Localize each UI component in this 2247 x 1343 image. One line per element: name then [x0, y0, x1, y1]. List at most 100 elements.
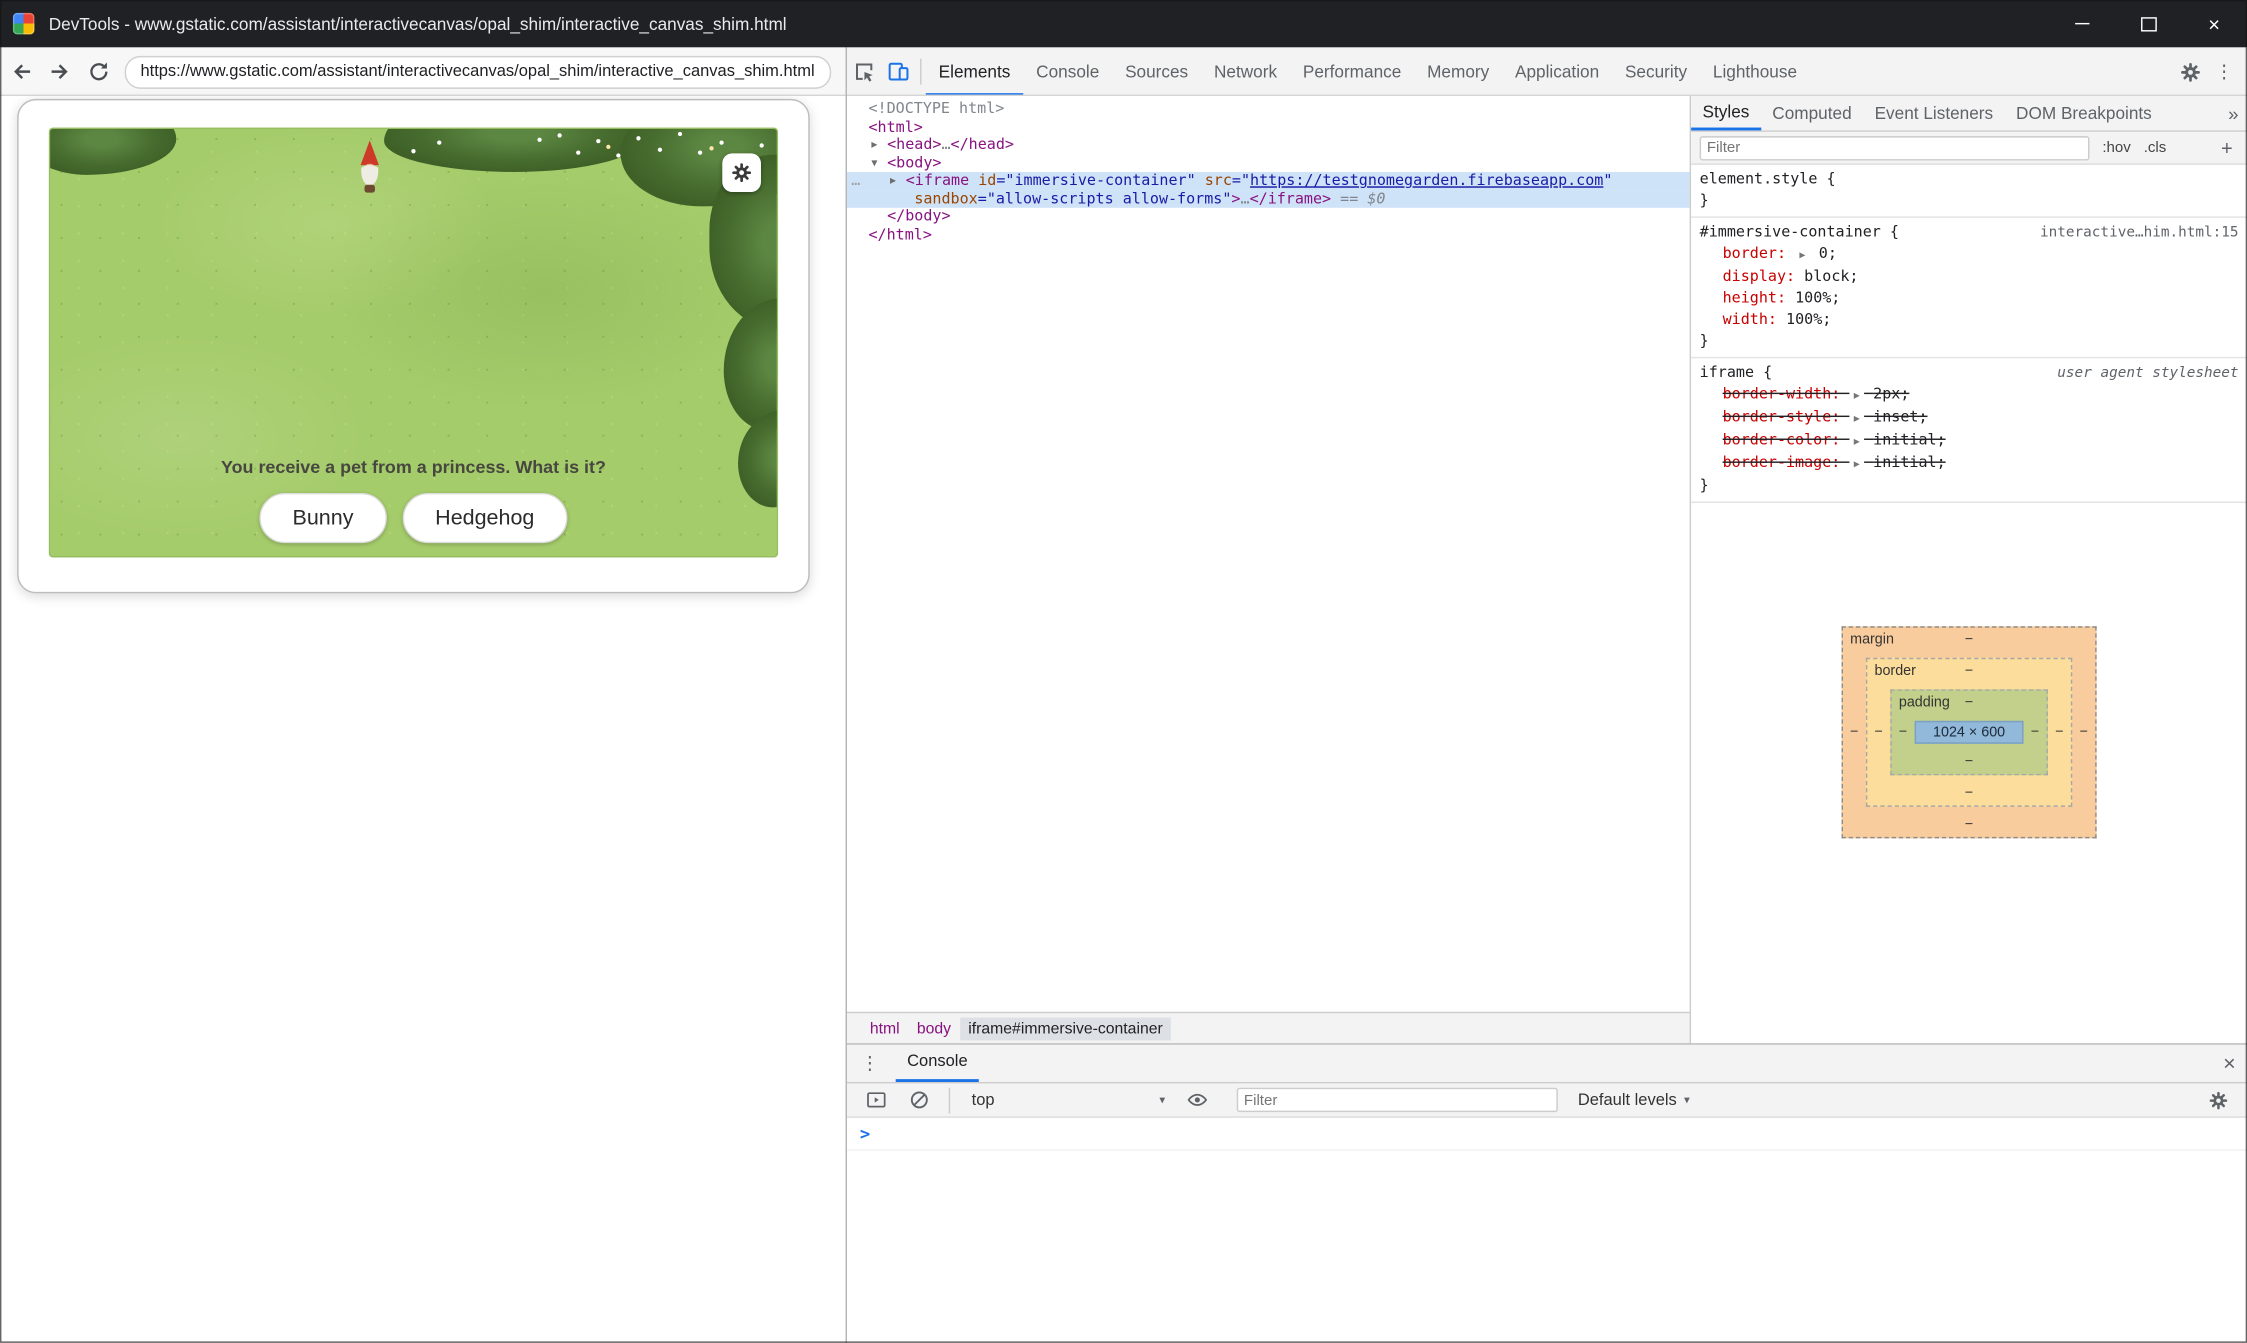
attribute-value-link[interactable]: https://testgnomegarden.firebaseapp.com: [1250, 172, 1603, 189]
disclosure-collapsed-icon[interactable]: ▶: [871, 136, 877, 154]
rule-selector[interactable]: iframe {: [1700, 364, 1772, 381]
minimize-button[interactable]: [2049, 0, 2115, 47]
tab-network[interactable]: Network: [1201, 47, 1290, 96]
drawer-close-button[interactable]: ×: [2223, 1051, 2236, 1075]
device-toolbar-button[interactable]: [881, 54, 915, 88]
dom-line[interactable]: <!DOCTYPE html>: [847, 100, 1690, 118]
padding-top-value[interactable]: −: [1965, 695, 1973, 711]
new-style-rule-icon[interactable]: +: [2221, 136, 2233, 159]
clear-console-button[interactable]: [901, 1083, 935, 1117]
dom-line[interactable]: ▼<body>: [847, 154, 1690, 172]
style-property[interactable]: border-width: ▶ 2px;: [1700, 384, 2239, 407]
expand-shorthand-icon[interactable]: ▶: [1799, 245, 1805, 266]
border-left-value[interactable]: −: [1874, 724, 1882, 740]
border-top-value[interactable]: −: [1965, 664, 1973, 680]
dom-more-ellipsis-icon[interactable]: …: [851, 172, 860, 190]
rule-selector-line: interactive…him.html:15 #immersive-contai…: [1700, 222, 2239, 243]
reload-button[interactable]: [82, 54, 116, 88]
expand-shorthand-icon[interactable]: ▶: [1854, 408, 1860, 429]
breadcrumb: htmlbodyiframe#immersive-container: [847, 1012, 1690, 1044]
padding-left-value[interactable]: −: [1899, 724, 1907, 740]
margin-right-value[interactable]: −: [2080, 724, 2088, 740]
styles-tab-dom-breakpoints[interactable]: DOM Breakpoints: [2005, 96, 2164, 130]
styles-tab-computed[interactable]: Computed: [1761, 96, 1863, 130]
tab-sources[interactable]: Sources: [1112, 47, 1201, 96]
bush-decoration: [49, 128, 177, 175]
styles-tab-styles[interactable]: Styles: [1691, 96, 1761, 130]
box-model-content[interactable]: 1024 × 600: [1915, 721, 2024, 744]
styles-tab-event-listeners[interactable]: Event Listeners: [1863, 96, 2004, 130]
console-filter-input[interactable]: [1237, 1088, 1558, 1112]
inspect-cursor-icon: [853, 60, 876, 83]
disclosure-expanded-icon[interactable]: ▼: [871, 154, 877, 172]
console-settings-button[interactable]: [2201, 1083, 2235, 1117]
inspect-element-button[interactable]: [847, 54, 881, 88]
margin-bottom-value[interactable]: −: [1965, 817, 1973, 833]
tab-performance[interactable]: Performance: [1290, 47, 1414, 96]
rule-selector[interactable]: element.style {: [1700, 171, 1836, 188]
toggle-element-classes-button[interactable]: .cls: [2144, 139, 2167, 156]
style-property[interactable]: border-style: ▶ inset;: [1700, 407, 2239, 430]
maximize-button[interactable]: [2115, 0, 2181, 47]
dom-line[interactable]: <html>: [847, 118, 1690, 136]
rule-selector[interactable]: #immersive-container {: [1700, 224, 1899, 241]
breadcrumb-item-html[interactable]: html: [861, 1017, 908, 1040]
dom-line[interactable]: ▶<head>…</head>: [847, 136, 1690, 154]
breadcrumb-item-body[interactable]: body: [908, 1017, 959, 1040]
dom-line[interactable]: </html>: [847, 226, 1690, 244]
style-property[interactable]: width: 100%;: [1700, 310, 2239, 331]
style-property[interactable]: display: block;: [1700, 267, 2239, 288]
answer-button-hedgehog[interactable]: Hedgehog: [402, 493, 567, 543]
game-settings-button[interactable]: [722, 153, 761, 192]
tab-security[interactable]: Security: [1612, 47, 1700, 96]
expand-shorthand-icon[interactable]: ▶: [1854, 386, 1860, 407]
execution-context-selector[interactable]: top ▾: [966, 1091, 1171, 1108]
padding-bottom-value[interactable]: −: [1965, 754, 1973, 770]
dom-token: >: [1231, 190, 1240, 207]
back-button[interactable]: [4, 54, 38, 88]
device-toolbar-icon: [887, 60, 910, 83]
dom-line[interactable]: sandbox="allow-scripts allow-forms">…</i…: [847, 190, 1690, 208]
expand-shorthand-icon[interactable]: ▶: [1854, 431, 1860, 452]
margin-top-value[interactable]: −: [1965, 632, 1973, 648]
stylesheet-source-link[interactable]: interactive…him.html:15: [2040, 222, 2238, 243]
live-expression-button[interactable]: [1179, 1083, 1213, 1117]
border-right-value[interactable]: −: [2055, 724, 2063, 740]
margin-left-value[interactable]: −: [1850, 724, 1858, 740]
border-bottom-value[interactable]: −: [1965, 785, 1973, 801]
drawer-menu-button[interactable]: ⋮: [853, 1046, 887, 1080]
console-sidebar-button[interactable]: [858, 1083, 892, 1117]
close-button[interactable]: ×: [2181, 0, 2247, 47]
tab-console[interactable]: Console: [1023, 47, 1112, 96]
style-property[interactable]: border-color: ▶ initial;: [1700, 430, 2239, 453]
console-prompt[interactable]: >: [847, 1118, 2247, 1151]
toolbar-separator: [920, 59, 921, 85]
dom-line[interactable]: </body>: [847, 208, 1690, 226]
style-property[interactable]: border: ▶ 0;: [1700, 244, 2239, 267]
url-bar[interactable]: https://www.gstatic.com/assistant/intera…: [125, 55, 832, 88]
style-property[interactable]: border-image: ▶ initial;: [1700, 453, 2239, 476]
bush-decoration: [724, 298, 778, 430]
dom-token: <!DOCTYPE html>: [868, 100, 1004, 117]
expand-shorthand-icon[interactable]: ▶: [1854, 454, 1860, 475]
drawer-tab-console[interactable]: Console: [896, 1045, 979, 1082]
style-rule-element-style: element.style {}: [1691, 165, 2247, 218]
disclosure-collapsed-icon[interactable]: ▶: [890, 172, 896, 190]
answer-button-bunny[interactable]: Bunny: [260, 493, 387, 543]
settings-button[interactable]: [2173, 54, 2207, 88]
tab-lighthouse[interactable]: Lighthouse: [1700, 47, 1810, 96]
dom-line[interactable]: …▶<iframe id="immersive-container" src="…: [847, 172, 1690, 190]
tab-memory[interactable]: Memory: [1414, 47, 1502, 96]
toggle-hover-state-button[interactable]: :hov: [2102, 139, 2130, 156]
forward-button[interactable]: [43, 54, 77, 88]
tab-application[interactable]: Application: [1502, 47, 1612, 96]
padding-right-value[interactable]: −: [2031, 724, 2039, 740]
log-levels-dropdown[interactable]: Default levels ▾: [1578, 1091, 1690, 1108]
styles-filter-input[interactable]: [1700, 135, 2090, 159]
pane-divider[interactable]: [846, 47, 847, 1343]
tab-elements[interactable]: Elements: [926, 47, 1023, 96]
more-options-button[interactable]: ⋮: [2207, 54, 2241, 88]
overflow-chevron-icon[interactable]: »: [2228, 96, 2238, 130]
style-property[interactable]: height: 100%;: [1700, 288, 2239, 309]
breadcrumb-item-iframe-immersive-container[interactable]: iframe#immersive-container: [960, 1017, 1172, 1040]
